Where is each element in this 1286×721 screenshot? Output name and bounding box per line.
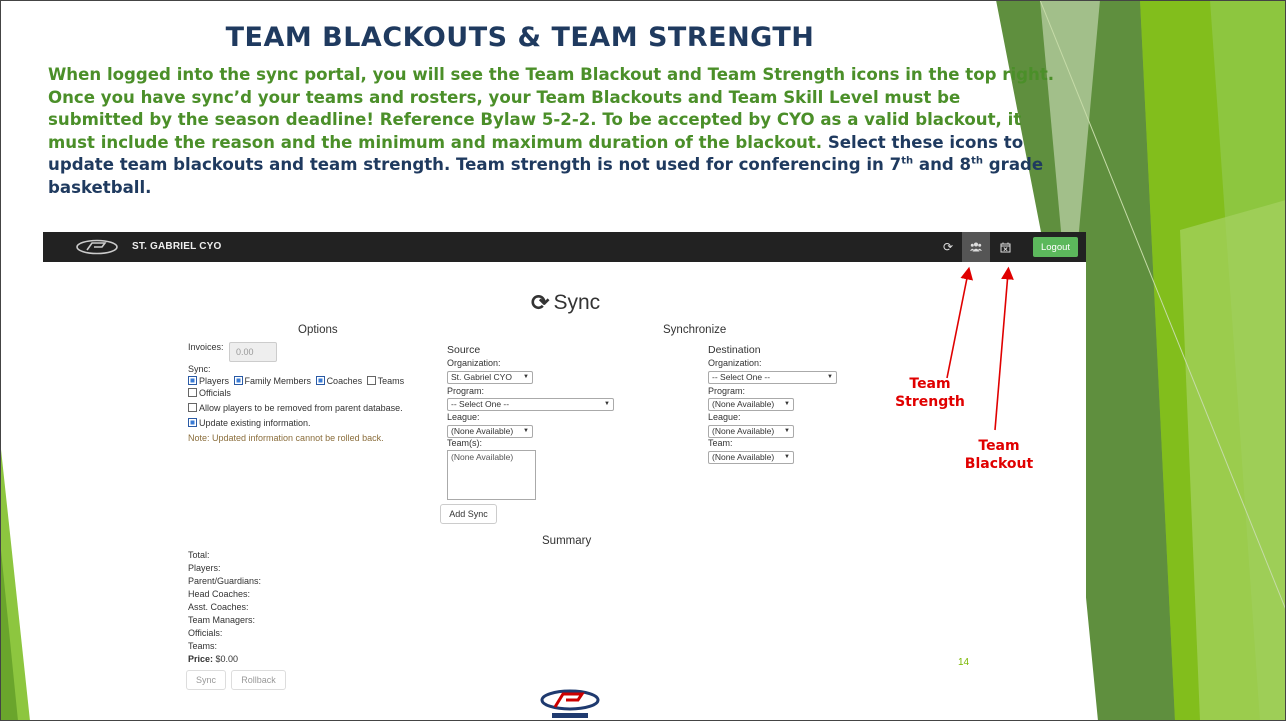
price-value: $0.00	[215, 654, 239, 664]
logout-button[interactable]: Logout	[1033, 237, 1078, 257]
add-sync-button[interactable]: Add Sync	[440, 504, 497, 524]
summary-parents: Parent/Guardians:	[188, 576, 262, 586]
coaches-checkbox[interactable]	[315, 376, 325, 385]
destination-program-select[interactable]: (None Available) ▼	[708, 398, 794, 411]
slide-page-number: 14	[958, 657, 970, 668]
destination-title: Destination	[708, 344, 761, 356]
teams-label: Teams	[377, 376, 405, 386]
allow-remove-checkbox[interactable]	[188, 403, 197, 412]
summary-officials: Officials:	[188, 628, 223, 638]
destination-league-label: League:	[708, 412, 741, 422]
destination-team-value: (None Available)	[712, 452, 775, 462]
sync-portal-screenshot: ST. GABRIEL CYO ⟳ Logout ⟳ Sync Options …	[43, 232, 1086, 721]
officials-row: Officials	[188, 388, 231, 398]
source-program-select[interactable]: -- Select One -- ▼	[447, 398, 614, 411]
teams-checkbox[interactable]	[366, 376, 376, 385]
destination-program-label: Program:	[708, 386, 746, 396]
nav-brand: ST. GABRIEL CYO	[132, 241, 222, 252]
source-league-label: League:	[447, 412, 480, 422]
sync-icon: ⟳	[531, 290, 550, 315]
destination-league-select[interactable]: (None Available) ▼	[708, 425, 794, 438]
invoices-input[interactable]: 0.00	[229, 342, 277, 362]
allow-remove-label: Allow players to be removed from parent …	[199, 403, 403, 413]
family-members-checkbox[interactable]	[233, 376, 243, 385]
rollback-note: Note: Updated information cannot be roll…	[188, 433, 384, 443]
family-members-label: Family Members	[244, 376, 312, 386]
source-program-value: -- Select One --	[451, 399, 510, 409]
destination-team-label: Team:	[708, 438, 733, 448]
sportspilot-logo	[76, 239, 118, 255]
destination-team-select[interactable]: (None Available) ▼	[708, 451, 794, 464]
source-teams-label: Team(s):	[447, 438, 483, 448]
slide-paragraph: When logged into the sync portal, you wi…	[48, 64, 1058, 199]
summary-total: Total:	[188, 550, 210, 560]
top-navbar: ST. GABRIEL CYO ⟳ Logout	[43, 232, 1086, 262]
sync-button[interactable]: Sync	[186, 670, 226, 690]
rollback-button[interactable]: Rollback	[231, 670, 286, 690]
source-organization-label: Organization:	[447, 358, 501, 368]
team-strength-button[interactable]	[962, 232, 990, 262]
update-existing-checkbox[interactable]	[188, 418, 197, 427]
sync-label: Sync:	[188, 364, 211, 374]
page-heading-text: Sync	[553, 291, 601, 314]
players-label: Players	[199, 376, 230, 386]
team-blackout-annotation: Team Blackout	[964, 438, 1034, 472]
destination-organization-select[interactable]: -- Select One -- ▼	[708, 371, 837, 384]
price-label: Price:	[188, 654, 214, 664]
source-organization-select[interactable]: St. Gabriel CYO ▼	[447, 371, 533, 384]
officials-label: Officials	[199, 388, 231, 398]
source-organization-value: St. Gabriel CYO	[451, 372, 512, 382]
destination-league-value: (None Available)	[712, 426, 775, 436]
refresh-icon: ⟳	[942, 240, 954, 254]
summary-price: Price: $0.00	[188, 654, 238, 664]
summary-teams: Teams:	[188, 641, 218, 651]
options-title: Options	[298, 324, 338, 336]
destination-organization-value: -- Select One --	[712, 372, 771, 382]
update-existing-label: Update existing information.	[199, 418, 311, 428]
coaches-label: Coaches	[326, 376, 363, 386]
summary-asst-coaches: Asst. Coaches:	[188, 602, 249, 612]
superscript-th-2: th	[971, 155, 983, 167]
team-blackout-button[interactable]	[991, 232, 1019, 262]
officials-checkbox[interactable]	[188, 388, 197, 397]
destination-organization-label: Organization:	[708, 358, 762, 368]
slide-title: TEAM BLACKOUTS & TEAM STRENGTH	[225, 22, 815, 53]
source-league-select[interactable]: (None Available) ▼	[447, 425, 533, 438]
sportspilot-footer-logo	[540, 689, 600, 718]
summary-head-coaches: Head Coaches:	[188, 589, 251, 599]
summary-players: Players:	[188, 563, 221, 573]
superscript-th-1: th	[901, 155, 914, 167]
team-strength-annotation: Team Strength	[895, 376, 965, 410]
sync-checkbox-row: Players Family Members Coaches Teams	[188, 376, 404, 386]
page-heading: ⟳ Sync	[531, 290, 600, 316]
team-icon	[970, 242, 982, 252]
players-checkbox[interactable]	[188, 376, 197, 385]
calendar-icon	[1000, 242, 1010, 252]
source-teams-listbox[interactable]: (None Available)	[447, 450, 536, 500]
synchronize-title: Synchronize	[663, 324, 727, 336]
update-existing-row: Update existing information.	[188, 418, 311, 428]
refresh-button[interactable]: ⟳	[934, 232, 962, 262]
source-program-label: Program:	[447, 386, 485, 396]
instruction-part-2: and 8	[913, 155, 972, 174]
summary-team-managers: Team Managers:	[188, 615, 256, 625]
source-league-value: (None Available)	[451, 426, 514, 436]
destination-program-value: (None Available)	[712, 399, 775, 409]
invoices-label: Invoices:	[188, 342, 224, 352]
allow-remove-row: Allow players to be removed from parent …	[188, 403, 403, 413]
source-title: Source	[447, 344, 481, 356]
summary-title: Summary	[542, 535, 592, 547]
